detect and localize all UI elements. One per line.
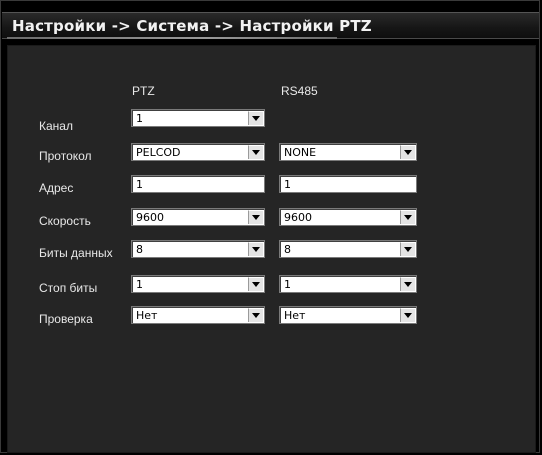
speed-label: Скорость <box>39 214 91 228</box>
rs485-data-bits-value: 8 <box>284 243 291 256</box>
channel-select[interactable]: 1 <box>131 109 265 127</box>
channel-select-value: 1 <box>136 112 143 125</box>
protocol-label: Протокол <box>39 149 92 163</box>
ptz-data-bits-select[interactable]: 8 <box>131 240 265 258</box>
column-header-rs485: RS485 <box>281 84 318 98</box>
ptz-speed-select[interactable]: 9600 <box>131 208 265 226</box>
column-header-ptz: PTZ <box>132 84 155 98</box>
chevron-down-icon[interactable] <box>248 308 263 322</box>
chevron-down-icon[interactable] <box>248 111 263 125</box>
ptz-stop-bits-select[interactable]: 1 <box>131 275 265 293</box>
rs485-protocol-value: NONE <box>284 146 317 159</box>
title-bar: Настройки -> Система -> Настройки PTZ <box>2 12 539 39</box>
data-bits-label: Биты данных <box>39 246 113 260</box>
page-title: Настройки -> Система -> Настройки PTZ <box>12 17 372 35</box>
channel-label: Канал <box>39 119 73 133</box>
ptz-address-field[interactable]: 1 <box>131 175 265 193</box>
rs485-data-bits-select[interactable]: 8 <box>279 240 417 258</box>
rs485-parity-select[interactable]: Нет <box>279 306 417 324</box>
rs485-stop-bits-value: 1 <box>284 278 291 291</box>
rs485-stop-bits-select[interactable]: 1 <box>279 275 417 293</box>
chevron-down-icon[interactable] <box>248 145 263 159</box>
rs485-address-field[interactable]: 1 <box>279 175 417 193</box>
chevron-down-icon[interactable] <box>400 145 415 159</box>
address-label: Адрес <box>39 181 74 195</box>
chevron-down-icon[interactable] <box>248 277 263 291</box>
chevron-down-icon[interactable] <box>248 242 263 256</box>
rs485-address-value: 1 <box>284 178 291 191</box>
parity-label: Проверка <box>39 312 93 326</box>
settings-panel: PTZ RS485 Канал 1 Протокол PELCOD NONE А… <box>7 45 536 453</box>
chevron-down-icon[interactable] <box>248 210 263 224</box>
ptz-parity-select[interactable]: Нет <box>131 306 265 324</box>
ptz-address-value: 1 <box>136 178 143 191</box>
rs485-speed-select[interactable]: 9600 <box>279 208 417 226</box>
chevron-down-icon[interactable] <box>400 308 415 322</box>
stop-bits-label: Стоп биты <box>39 281 98 295</box>
rs485-parity-value: Нет <box>284 309 306 322</box>
title-underline <box>7 37 337 39</box>
ptz-settings-window: Настройки -> Система -> Настройки PTZ PT… <box>0 0 540 453</box>
rs485-speed-value: 9600 <box>284 211 312 224</box>
chevron-down-icon[interactable] <box>400 242 415 256</box>
chevron-down-icon[interactable] <box>400 210 415 224</box>
chevron-down-icon[interactable] <box>400 277 415 291</box>
ptz-protocol-select[interactable]: PELCOD <box>131 143 265 161</box>
ptz-stop-bits-value: 1 <box>136 278 143 291</box>
ptz-speed-value: 9600 <box>136 211 164 224</box>
ptz-parity-value: Нет <box>136 309 158 322</box>
ptz-protocol-value: PELCOD <box>136 146 181 159</box>
ptz-data-bits-value: 8 <box>136 243 143 256</box>
rs485-protocol-select[interactable]: NONE <box>279 143 417 161</box>
